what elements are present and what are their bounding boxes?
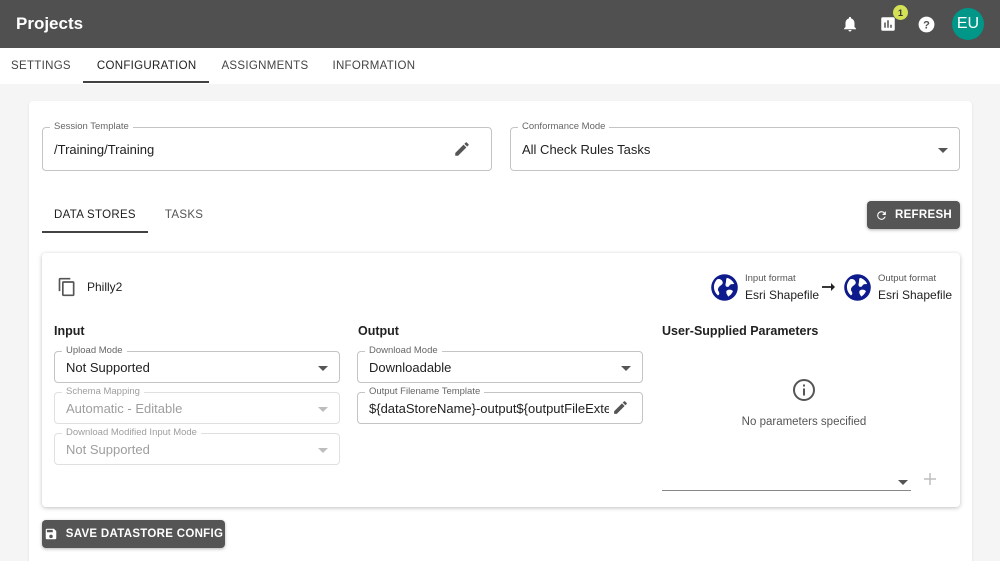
chevron-down-icon xyxy=(621,366,631,371)
help-icon[interactable]: ? xyxy=(914,12,938,36)
config-sub-tabs: DATA STORES TASKS xyxy=(42,197,215,234)
notifications-bell-icon[interactable] xyxy=(838,12,862,36)
page-tabs: SETTINGS CONFIGURATION ASSIGNMENTS INFOR… xyxy=(0,48,1000,84)
schema-mapping-label: Schema Mapping xyxy=(62,386,144,398)
user-avatar[interactable]: EU xyxy=(952,8,984,40)
edit-pencil-icon[interactable] xyxy=(453,140,471,163)
output-filename-template-value: ${dataStoreName}-output${outputFileExte xyxy=(369,401,609,416)
tab-configuration[interactable]: CONFIGURATION xyxy=(82,48,210,83)
output-section-title: Output xyxy=(358,324,399,338)
input-section-title: Input xyxy=(54,324,85,338)
app-bar: Projects 1 ? EU xyxy=(0,0,1000,48)
output-filename-template-field[interactable]: Output Filename Template ${dataStoreName… xyxy=(357,386,643,424)
globe-icon xyxy=(710,273,739,307)
download-mode-select[interactable]: Download Mode Downloadable xyxy=(357,345,643,383)
analytics-report-icon[interactable]: 1 xyxy=(876,5,908,36)
output-format-label: Output format xyxy=(878,273,937,284)
svg-text:?: ? xyxy=(923,19,930,31)
info-icon xyxy=(792,378,816,407)
upload-mode-select[interactable]: Upload Mode Not Supported xyxy=(54,345,340,383)
edit-pencil-icon[interactable] xyxy=(612,399,629,421)
input-format-label: Input format xyxy=(745,273,796,284)
upload-mode-label: Upload Mode xyxy=(62,345,127,357)
refresh-icon xyxy=(877,210,886,220)
chevron-down-icon xyxy=(938,148,948,153)
arrow-right-icon xyxy=(821,280,837,298)
download-modified-input-mode-label: Download Modified Input Mode xyxy=(62,427,201,439)
refresh-button[interactable]: REFRESH xyxy=(867,201,960,229)
tab-data-stores[interactable]: DATA STORES xyxy=(42,197,148,233)
notification-badge: 1 xyxy=(893,5,908,20)
tab-tasks[interactable]: TASKS xyxy=(153,197,215,233)
download-modified-input-mode-value: Not Supported xyxy=(66,442,150,457)
chevron-down-icon xyxy=(318,448,328,453)
save-label: SAVE DATASTORE CONFIG xyxy=(65,528,224,540)
chevron-down-icon xyxy=(898,480,908,485)
datastore-card: Philly2 Input format Esri Shapefile Outp… xyxy=(42,253,960,507)
no-parameters-text: No parameters specified xyxy=(741,416,867,428)
input-format-value: Esri Shapefile xyxy=(745,288,820,302)
upload-mode-value: Not Supported xyxy=(66,360,150,375)
schema-mapping-select[interactable]: Schema Mapping Automatic - Editable xyxy=(54,386,340,424)
page-title: Projects xyxy=(16,14,84,33)
tab-settings[interactable]: SETTINGS xyxy=(0,48,83,83)
conformance-mode-value: All Check Rules Tasks xyxy=(522,142,651,157)
parameter-select[interactable] xyxy=(662,473,911,491)
session-template-label: Session Template xyxy=(50,121,133,133)
download-mode-value: Downloadable xyxy=(369,360,452,375)
tab-information[interactable]: INFORMATION xyxy=(320,48,427,83)
save-icon xyxy=(45,528,56,540)
chevron-down-icon xyxy=(318,366,328,371)
schema-mapping-value: Automatic - Editable xyxy=(66,401,183,416)
download-mode-label: Download Mode xyxy=(365,345,442,357)
session-template-field[interactable]: Session Template /Training/Training xyxy=(42,121,492,171)
tab-assignments[interactable]: ASSIGNMENTS xyxy=(209,48,320,83)
copy-icon[interactable] xyxy=(57,277,77,302)
conformance-mode-label: Conformance Mode xyxy=(518,121,610,133)
params-section-title: User-Supplied Parameters xyxy=(662,324,819,338)
datastore-name: Philly2 xyxy=(87,280,123,294)
conformance-mode-select[interactable]: Conformance Mode All Check Rules Tasks xyxy=(510,121,960,171)
add-parameter-icon[interactable] xyxy=(923,472,937,491)
refresh-label: REFRESH xyxy=(894,209,953,221)
save-datastore-config-button[interactable]: SAVE DATASTORE CONFIG xyxy=(42,520,225,548)
output-filename-template-label: Output Filename Template xyxy=(365,386,485,398)
chevron-down-icon xyxy=(318,407,328,412)
output-format-value: Esri Shapefile xyxy=(878,288,953,302)
app-bar-actions: 1 ? EU xyxy=(824,5,984,40)
download-modified-input-mode-select[interactable]: Download Modified Input Mode Not Support… xyxy=(54,427,340,465)
globe-icon xyxy=(843,273,872,307)
session-template-value: /Training/Training xyxy=(54,142,155,157)
